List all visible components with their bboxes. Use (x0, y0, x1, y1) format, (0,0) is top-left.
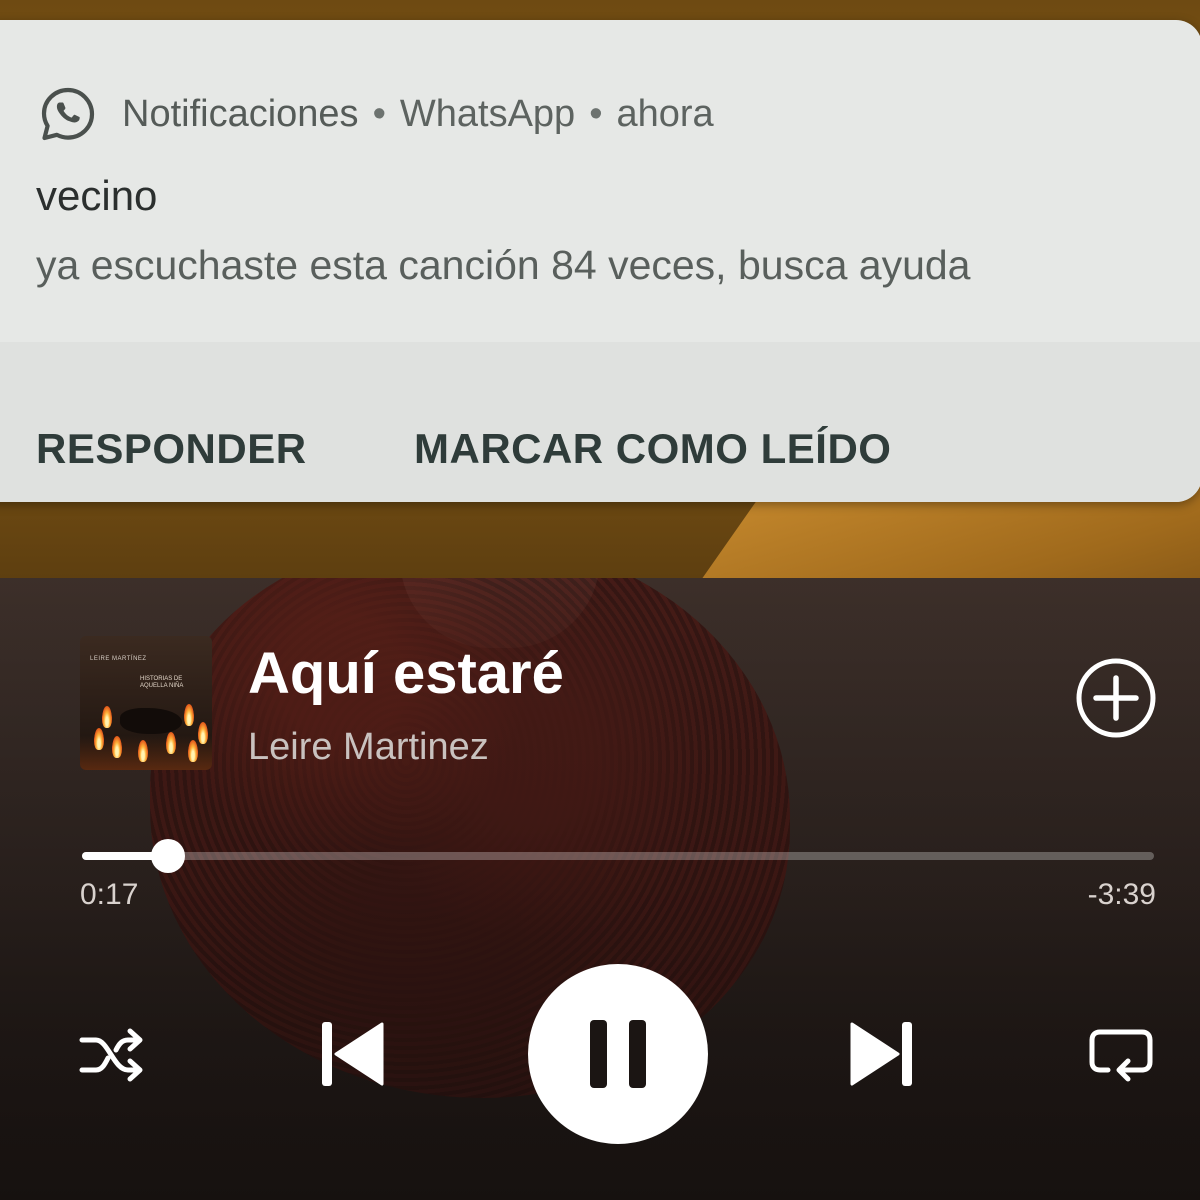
album-art-flame (138, 740, 148, 762)
notification-header: Notificaciones • WhatsApp • ahora (38, 82, 714, 146)
notification-backdrop: Notificaciones • WhatsApp • ahora vecino… (0, 0, 1200, 578)
progress-bar[interactable] (82, 839, 1154, 873)
album-art-artist: LEIRE MARTÍNEZ (90, 656, 147, 662)
album-art-flame (94, 728, 104, 750)
notification-app-label: Notificaciones (122, 92, 359, 135)
elapsed-time: 0:17 (80, 878, 139, 911)
notification-actions-bar (0, 342, 1200, 502)
shuffle-icon (79, 1028, 143, 1082)
notification-app-name: WhatsApp (399, 92, 576, 135)
pause-button[interactable] (528, 964, 708, 1144)
notification-message: ya escuchaste esta canción 84 veces, bus… (36, 242, 971, 288)
reply-button[interactable]: RESPONDER (36, 425, 307, 473)
album-art-title: HISTORIAS DE AQUELLA NIÑA (140, 676, 184, 689)
album-art-flame (112, 736, 122, 758)
shuffle-button[interactable] (78, 1026, 148, 1084)
notification-time: ahora (616, 92, 714, 135)
track-title[interactable]: Aquí estaré (248, 640, 564, 707)
album-art-figure (120, 708, 182, 734)
pause-icon (590, 1020, 646, 1088)
album-art-flame (102, 706, 112, 728)
album-art[interactable]: LEIRE MARTÍNEZ HISTORIAS DE AQUELLA NIÑA (80, 636, 212, 770)
previous-track-button[interactable] (318, 1018, 388, 1090)
album-art-flame (198, 722, 208, 744)
next-track-button[interactable] (846, 1018, 916, 1090)
skip-next-icon (850, 1022, 912, 1086)
album-art-flame (184, 704, 194, 726)
header-separator: • (372, 92, 386, 135)
notification-sender: vecino (36, 172, 158, 219)
progress-thumb[interactable] (151, 839, 185, 873)
whatsapp-icon (41, 87, 95, 141)
mark-as-read-button[interactable]: MARCAR COMO LEÍDO (414, 425, 891, 473)
repeat-icon (1089, 1029, 1153, 1082)
album-art-flame (166, 732, 176, 754)
whatsapp-notification[interactable]: Notificaciones • WhatsApp • ahora vecino… (0, 20, 1200, 502)
repeat-button[interactable] (1086, 1024, 1156, 1086)
remaining-time: -3:39 (1087, 878, 1156, 911)
add-circle-icon (1076, 658, 1156, 738)
add-to-library-button[interactable] (1074, 656, 1158, 740)
header-separator: • (589, 92, 603, 135)
track-artist[interactable]: Leire Martinez (248, 726, 489, 769)
album-art-flame (188, 740, 198, 762)
skip-previous-icon (322, 1022, 384, 1086)
